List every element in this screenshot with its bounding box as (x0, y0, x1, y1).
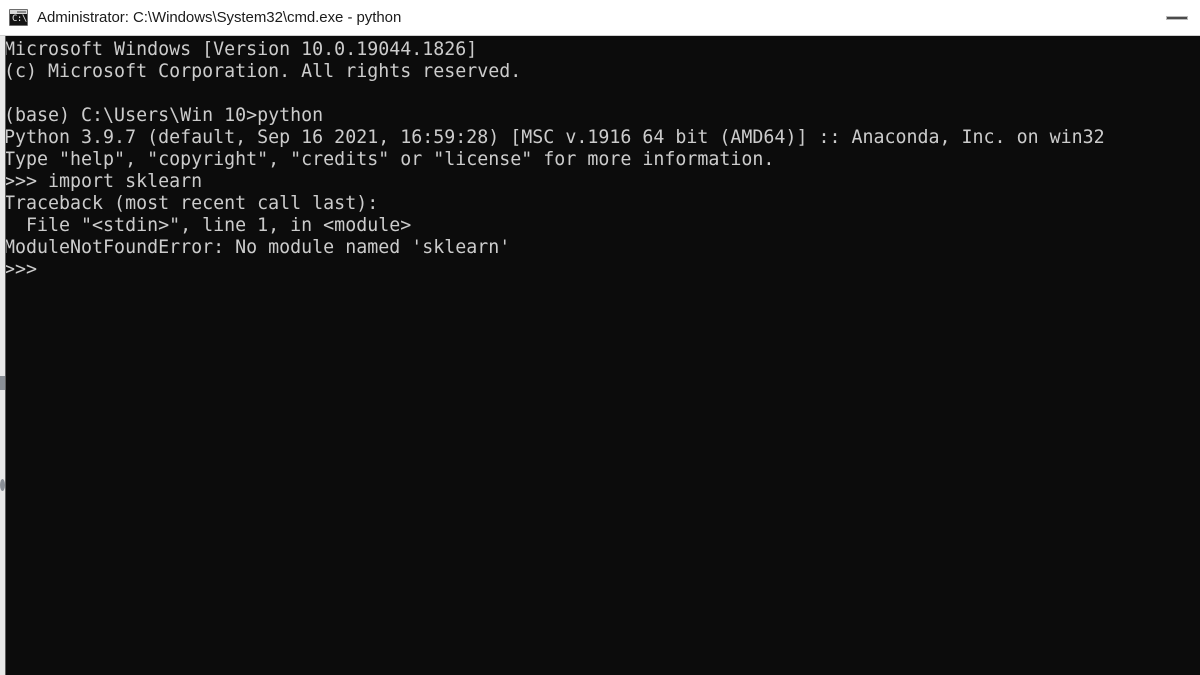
background-dot-mark (0, 479, 5, 491)
minimize-button[interactable] (1154, 1, 1200, 35)
console-text: Microsoft Windows [Version 10.0.19044.18… (4, 39, 1105, 280)
window-title: Administrator: C:\Windows\System32\cmd.e… (37, 9, 402, 26)
background-window-edge (0, 36, 6, 675)
icon-prompt-glyph: C:\. (12, 14, 27, 24)
cmd-console-icon: C:\. (9, 9, 28, 26)
window-title-bar[interactable]: C:\. Administrator: C:\Windows\System32\… (0, 0, 1200, 36)
cmd-window: C:\. Administrator: C:\Windows\System32\… (0, 0, 1200, 675)
background-scrollbar-mark (0, 376, 5, 390)
minimize-icon (1166, 15, 1188, 20)
window-controls (1154, 0, 1200, 36)
console-output-area[interactable]: Microsoft Windows [Version 10.0.19044.18… (0, 36, 1200, 675)
